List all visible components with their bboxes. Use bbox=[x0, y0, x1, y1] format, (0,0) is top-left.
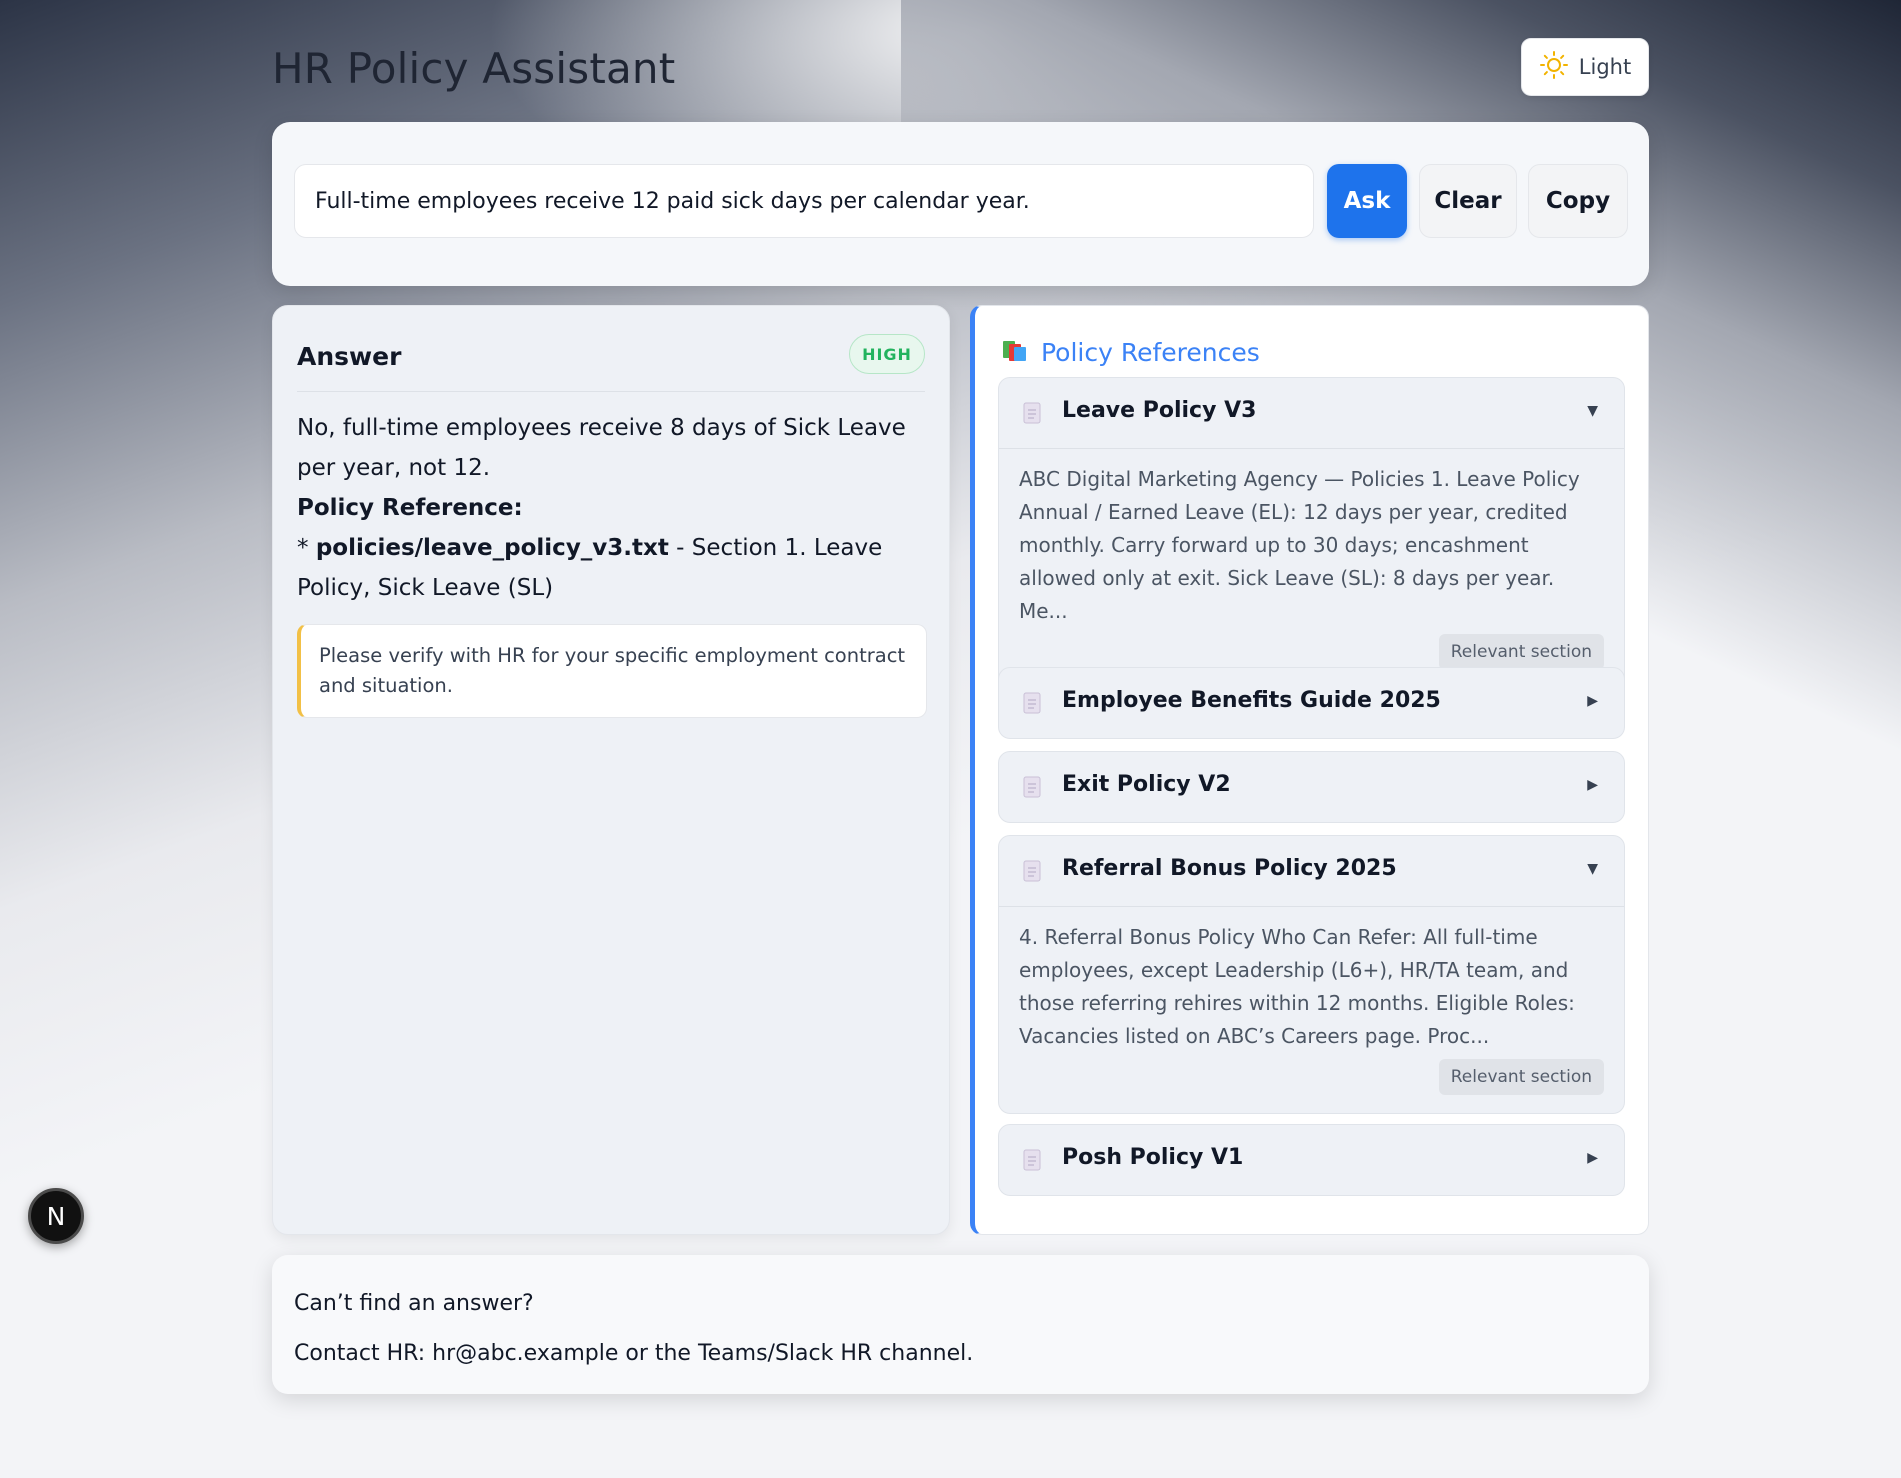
copy-button[interactable]: Copy bbox=[1528, 164, 1628, 238]
policy-reference-line: * policies/leave_policy_v3.txt - Section… bbox=[297, 528, 929, 608]
reference-item-header[interactable]: Posh Policy V1 ▶ bbox=[999, 1125, 1624, 1195]
answer-title: Answer bbox=[297, 342, 402, 371]
theme-toggle-button[interactable]: Light bbox=[1521, 38, 1649, 96]
policy-references-panel: Policy References Leave Policy V3 ▼ ABC … bbox=[970, 305, 1649, 1235]
clear-button[interactable]: Clear bbox=[1419, 164, 1517, 238]
ask-button[interactable]: Ask bbox=[1327, 164, 1407, 238]
reference-item-title: Referral Bonus Policy 2025 bbox=[1062, 856, 1397, 881]
chevron-right-icon[interactable]: ▶ bbox=[1587, 1150, 1598, 1166]
reference-item-title: Exit Policy V2 bbox=[1062, 772, 1231, 797]
question-input[interactable] bbox=[294, 164, 1314, 238]
answer-header: Answer HIGH bbox=[297, 330, 925, 392]
sun-icon bbox=[1539, 50, 1569, 85]
dev-tools-badge[interactable]: N bbox=[28, 1188, 84, 1244]
theme-toggle-label: Light bbox=[1578, 55, 1632, 79]
reference-item-exit-policy: Exit Policy V2 ▶ bbox=[998, 751, 1625, 823]
reference-item-body: ABC Digital Marketing Agency — Policies … bbox=[999, 448, 1624, 688]
references-header: Policy References bbox=[1001, 336, 1260, 368]
chevron-right-icon[interactable]: ▶ bbox=[1587, 777, 1598, 793]
reference-item-body: 4. Referral Bonus Policy Who Can Refer: … bbox=[999, 906, 1624, 1113]
document-icon bbox=[1023, 692, 1041, 714]
reference-item-title: Leave Policy V3 bbox=[1062, 398, 1257, 423]
help-question: Can’t find an answer? bbox=[294, 1291, 534, 1316]
document-icon bbox=[1023, 402, 1041, 424]
reference-item-title: Posh Policy V1 bbox=[1062, 1145, 1244, 1170]
policy-reference-label: Policy Reference: bbox=[297, 495, 523, 521]
answer-text-block: No, full-time employees receive 8 days o… bbox=[297, 408, 929, 608]
header: HR Policy Assistant Light bbox=[272, 0, 1649, 122]
help-footer: Can’t find an answer? Contact HR: hr@abc… bbox=[272, 1255, 1649, 1394]
reference-item-referral-bonus: Referral Bonus Policy 2025 ▼ 4. Referral… bbox=[998, 835, 1625, 1114]
answer-panel: Answer HIGH No, full-time employees rece… bbox=[272, 305, 950, 1235]
reference-item-header[interactable]: Employee Benefits Guide 2025 ▶ bbox=[999, 668, 1624, 738]
document-icon bbox=[1023, 1149, 1041, 1171]
chevron-right-icon[interactable]: ▶ bbox=[1587, 693, 1598, 709]
books-icon bbox=[1001, 336, 1029, 368]
help-contact: Contact HR: hr@abc.example or the Teams/… bbox=[294, 1341, 974, 1366]
reference-excerpt: 4. Referral Bonus Policy Who Can Refer: … bbox=[1019, 925, 1575, 1048]
reference-bullet: * bbox=[297, 535, 316, 561]
reference-item-leave-policy: Leave Policy V3 ▼ ABC Digital Marketing … bbox=[998, 377, 1625, 689]
question-card: Ask Clear Copy bbox=[272, 122, 1649, 286]
answer-text: No, full-time employees receive 8 days o… bbox=[297, 415, 906, 481]
reference-excerpt: ABC Digital Marketing Agency — Policies … bbox=[1019, 467, 1580, 623]
confidence-badge: HIGH bbox=[849, 334, 925, 374]
document-icon bbox=[1023, 860, 1041, 882]
relevant-section-tag: Relevant section bbox=[1438, 1059, 1604, 1095]
document-icon bbox=[1023, 776, 1041, 798]
chevron-down-icon[interactable]: ▼ bbox=[1587, 403, 1598, 419]
reference-item-posh-policy: Posh Policy V1 ▶ bbox=[998, 1124, 1625, 1196]
chevron-down-icon[interactable]: ▼ bbox=[1587, 861, 1598, 877]
references-title: Policy References bbox=[1041, 337, 1260, 367]
reference-item-header[interactable]: Exit Policy V2 ▶ bbox=[999, 752, 1624, 822]
reference-item-header[interactable]: Referral Bonus Policy 2025 ▼ bbox=[999, 836, 1624, 906]
reference-file: policies/leave_policy_v3.txt bbox=[315, 535, 669, 561]
reference-item-benefits-guide: Employee Benefits Guide 2025 ▶ bbox=[998, 667, 1625, 739]
verify-note: Please verify with HR for your specific … bbox=[297, 624, 927, 718]
reference-item-header[interactable]: Leave Policy V3 ▼ bbox=[999, 378, 1624, 448]
page-title: HR Policy Assistant bbox=[272, 44, 676, 93]
relevant-section-tag: Relevant section bbox=[1438, 634, 1604, 670]
reference-item-title: Employee Benefits Guide 2025 bbox=[1062, 688, 1441, 713]
app-container: HR Policy Assistant Light Ask Clear Copy bbox=[272, 0, 1649, 1394]
